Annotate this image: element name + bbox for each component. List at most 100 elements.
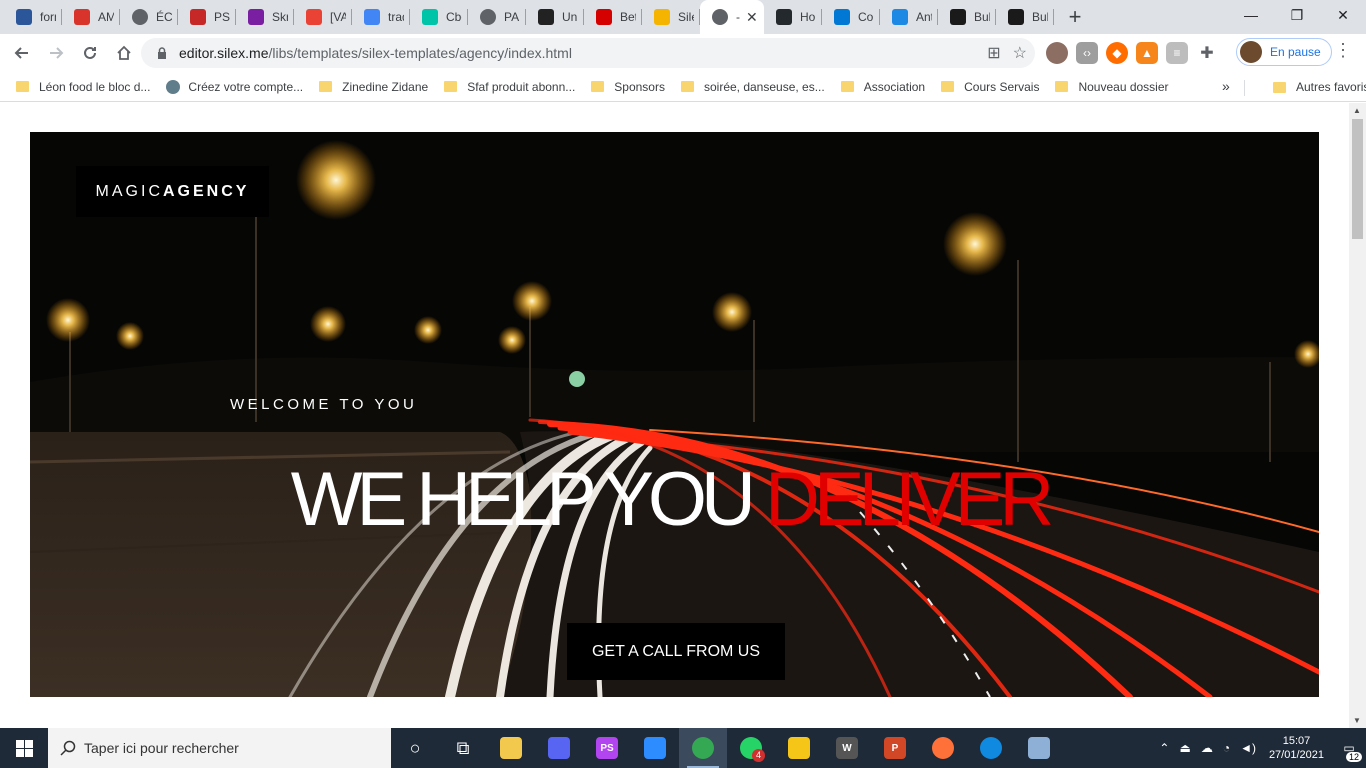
extension-brave-icon[interactable]: ◆ [1106, 42, 1128, 64]
taskbar-cortana-button[interactable]: ○ [391, 728, 439, 768]
new-tab-button[interactable]: + [1060, 2, 1090, 32]
betclic-favicon [596, 9, 612, 25]
scroll-down-arrow-icon[interactable]: ▼ [1353, 716, 1361, 725]
usb-icon[interactable]: ⏏ [1179, 741, 1190, 755]
extensions-puzzle-icon[interactable]: ✚ [1196, 42, 1218, 64]
browser-tab[interactable]: Cbe [410, 0, 468, 34]
bookmark-item[interactable]: Léon food le bloc d... [16, 80, 150, 94]
browser-tab[interactable]: - ✕ [700, 0, 764, 34]
home-icon [117, 45, 131, 60]
taskbar-chrome-button[interactable] [679, 728, 727, 768]
browser-tab[interactable]: [VAL [294, 0, 352, 34]
firefox-icon [932, 737, 954, 759]
taskbar-paint-button[interactable] [1015, 728, 1063, 768]
globe-favicon [132, 9, 148, 25]
translate-icon[interactable]: ⊞ [987, 43, 1000, 63]
lock-icon[interactable] [151, 46, 173, 60]
other-bookmarks-folder[interactable]: Autres favoris [1273, 72, 1366, 102]
metamask-icon[interactable]: ▲ [1136, 42, 1158, 64]
home-button[interactable] [108, 37, 140, 69]
tab-list: form AMS ÉCH PS3C Skril [VAL trad Cbe PARI Unib Be… [0, 0, 1054, 34]
taskbar-search-box[interactable]: Taper ici pour rechercher [48, 728, 391, 768]
extension-avatar-icon[interactable] [1046, 42, 1068, 64]
extension-news-icon[interactable]: ≡ [1166, 42, 1188, 64]
bookmark-item[interactable]: Zinedine Zidane [319, 80, 428, 94]
browser-tab[interactable]: Hon [764, 0, 822, 34]
tab-title: Hon [800, 10, 816, 24]
hero-headline: WE HELP YOU DELIVER [30, 462, 1319, 538]
browser-tab[interactable]: form [4, 0, 62, 34]
browser-tab[interactable]: Bubl [938, 0, 996, 34]
taskbar-whatsapp-button[interactable]: 4 [727, 728, 775, 768]
taskbar-file-explorer-button[interactable] [487, 728, 535, 768]
browser-tab[interactable]: Cou [822, 0, 880, 34]
taskbar-firefox-button[interactable] [919, 728, 967, 768]
browser-menu-icon[interactable]: ⋮ [1334, 40, 1352, 61]
tab-title: Cbe [446, 10, 462, 24]
scroll-up-arrow-icon[interactable]: ▲ [1353, 106, 1361, 115]
close-window-button[interactable]: ✕ [1320, 0, 1366, 30]
taskbar-norton-button[interactable] [775, 728, 823, 768]
bookmark-label: Sponsors [614, 79, 665, 94]
tab-close-icon[interactable]: ✕ [746, 9, 758, 26]
browser-tab[interactable]: Skril [236, 0, 294, 34]
volume-icon[interactable]: ◄) [1240, 741, 1256, 755]
browser-tab[interactable]: ÉCH [120, 0, 178, 34]
task-view-icon: ⧉ [456, 737, 470, 758]
folder-icon [16, 81, 29, 92]
taskbar-phpstorm-button[interactable]: PS [583, 728, 631, 768]
bookmark-item[interactable]: Cours Servais [941, 80, 1039, 94]
bookmark-item[interactable]: Association [840, 79, 926, 94]
clock-time: 15:07 [1282, 735, 1311, 747]
browser-tab[interactable]: AMS [62, 0, 120, 34]
browser-tab[interactable]: Anta [880, 0, 938, 34]
taskbar-zoom-button[interactable] [631, 728, 679, 768]
page-scrollbar[interactable]: ▲ ▼ [1349, 103, 1366, 728]
forward-button[interactable] [40, 37, 72, 69]
bookmark-star-icon[interactable]: ☆ [1013, 43, 1027, 63]
taskbar-wamp-button[interactable]: W [823, 728, 871, 768]
taskbar-powerpoint-button[interactable]: P [871, 728, 919, 768]
tray-chevron-icon[interactable]: ⌃ [1159, 741, 1169, 755]
address-bar[interactable]: editor.silex.me/libs/templates/silex-tem… [141, 38, 1035, 68]
browser-tab[interactable]: Bubl [996, 0, 1054, 34]
taskbar-discord-button[interactable] [535, 728, 583, 768]
onedrive-icon[interactable]: ☁ [1201, 741, 1213, 755]
browser-tab[interactable]: PS3C [178, 0, 236, 34]
profile-button[interactable]: En pause [1236, 38, 1332, 66]
maximize-window-button[interactable]: ❐ [1274, 0, 1320, 30]
notification-center-button[interactable]: ▭ 12 [1332, 728, 1366, 768]
minimize-window-button[interactable]: — [1228, 0, 1274, 30]
get-a-call-button[interactable]: GET A CALL FROM US [567, 623, 785, 680]
tab-title: Bubl [974, 10, 990, 24]
bookmarks-overflow-button[interactable]: » [1222, 78, 1230, 94]
taskbar-apps: ○ ⧉ PS 4 W P [391, 728, 1063, 768]
wifi-icon[interactable]: ◔ [1223, 741, 1230, 755]
reload-icon [84, 46, 96, 59]
back-button[interactable] [6, 37, 38, 69]
browser-tab[interactable]: trad [352, 0, 410, 34]
tab-title: Skril [272, 10, 288, 24]
start-button[interactable] [0, 728, 48, 768]
agency-logo[interactable]: MAGIC AGENCY [76, 166, 269, 217]
bookmark-item[interactable]: Nouveau dossier [1055, 80, 1169, 94]
scrollbar-thumb[interactable] [1352, 119, 1363, 239]
bookmark-item[interactable]: Sponsors [591, 80, 665, 94]
bookmark-label: Association [863, 79, 926, 94]
browser-tab[interactable]: PARI [468, 0, 526, 34]
bookmark-item[interactable]: soirée, danseuse, es... [680, 80, 825, 94]
reload-button[interactable] [74, 37, 106, 69]
url-text[interactable]: editor.silex.me/libs/templates/silex-tem… [179, 45, 572, 61]
browser-tab[interactable]: Silex [642, 0, 700, 34]
bookmark-item[interactable]: Sfaf produit abonn... [444, 80, 575, 94]
phpstorm-icon: PS [596, 737, 618, 759]
browser-tab[interactable]: Betc [584, 0, 642, 34]
taskbar-edge-button[interactable] [967, 728, 1015, 768]
browser-tab[interactable]: Unib [526, 0, 584, 34]
taskbar-task-view-button[interactable]: ⧉ [439, 728, 487, 768]
tab-title: ÉCH [156, 10, 172, 24]
bookmark-label: Léon food le bloc d... [39, 79, 151, 94]
taskbar-clock[interactable]: 15:07 27/01/2021 [1269, 734, 1324, 762]
extension-code-icon[interactable]: ‹› [1076, 42, 1098, 64]
bookmark-item[interactable]: Créez votre compte... [166, 79, 303, 94]
